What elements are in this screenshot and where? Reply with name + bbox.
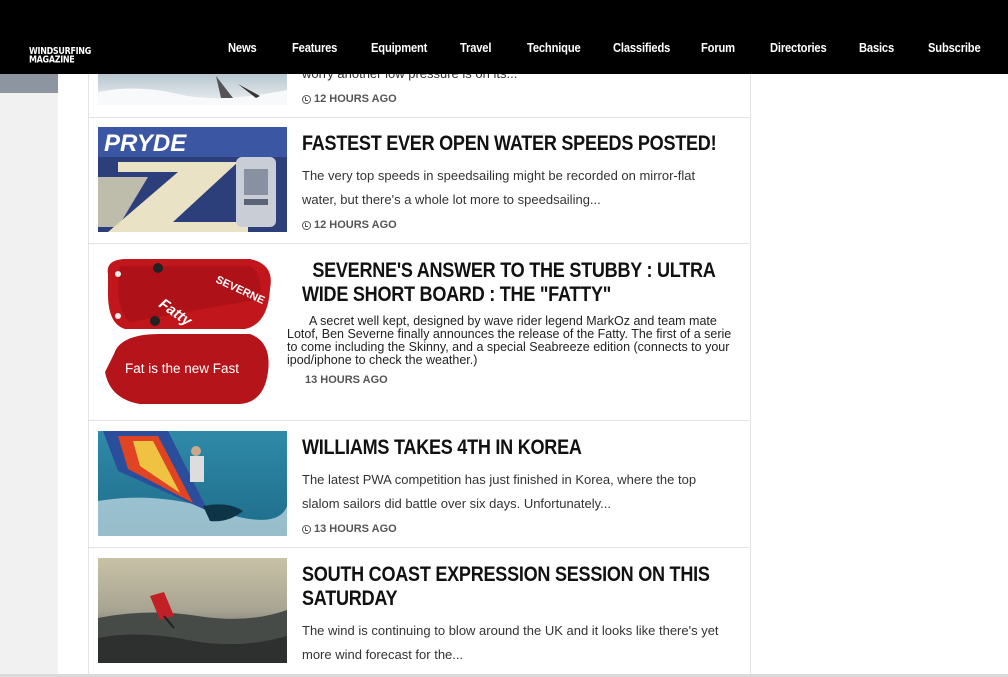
article-title[interactable]: SOUTH COAST EXPRESSION SESSION ON THIS S…	[302, 563, 741, 611]
article-timestamp: 13 HOURS AGO	[302, 523, 397, 535]
nav-basics[interactable]: Basics	[859, 40, 894, 55]
main-nav: News Features Equipment Travel Technique…	[0, 40, 1008, 60]
left-rail-tab[interactable]	[0, 74, 58, 93]
article-thumbnail[interactable]: PRYDE	[98, 127, 287, 232]
article-excerpt: The very top speeds in speedsailing migh…	[302, 168, 696, 207]
pryde-logo-text: PRYDE	[104, 130, 187, 157]
article-excerpt: The wind is continuing to blow around th…	[302, 623, 719, 662]
nav-equipment[interactable]: Equipment	[371, 40, 427, 55]
clock-icon	[302, 220, 311, 230]
article-timestamp: 13 HOURS AGO	[305, 374, 388, 386]
left-rail	[0, 0, 58, 677]
article-thumbnail[interactable]: SEVERNE Fatty Fat is the new Fast	[100, 254, 278, 406]
nav-subscribe[interactable]: Subscribe	[928, 40, 981, 55]
divider	[89, 420, 750, 421]
nav-technique[interactable]: Technique	[527, 40, 581, 55]
nav-directories[interactable]: Directories	[770, 40, 827, 55]
article-title[interactable]: SEVERNE'S ANSWER TO THE STUBBY : ULTRA W…	[302, 259, 741, 307]
article-thumbnail[interactable]	[98, 558, 287, 663]
article-thumbnail[interactable]	[98, 431, 287, 536]
article-thumbnail[interactable]	[98, 74, 287, 105]
article-title[interactable]: WILLIAMS TAKES 4TH IN KOREA	[302, 436, 741, 460]
clock-icon	[302, 524, 311, 534]
nav-forum[interactable]: Forum	[701, 40, 735, 55]
nav-travel[interactable]: Travel	[460, 40, 491, 55]
divider	[89, 547, 750, 548]
article-excerpt: A secret well kept, designed by wave rid…	[287, 314, 732, 367]
top-navigation-bar: WINDSURFING MAGAZINE News Features Equip…	[0, 0, 1008, 74]
divider	[89, 243, 750, 244]
article-title[interactable]: FASTEST EVER OPEN WATER SPEEDS POSTED!	[302, 132, 741, 156]
nav-news[interactable]: News	[228, 40, 257, 55]
nav-classifieds[interactable]: Classifieds	[613, 40, 670, 55]
article-excerpt: The latest PWA competition has just fini…	[302, 472, 697, 511]
fatty-tagline: Fat is the new Fast	[125, 361, 239, 376]
clock-icon	[302, 94, 311, 104]
divider	[89, 117, 750, 118]
nav-features[interactable]: Features	[292, 40, 337, 55]
article-timestamp: 12 HOURS AGO	[302, 219, 397, 231]
article-timestamp: 12 HOURS AGO	[302, 93, 397, 105]
